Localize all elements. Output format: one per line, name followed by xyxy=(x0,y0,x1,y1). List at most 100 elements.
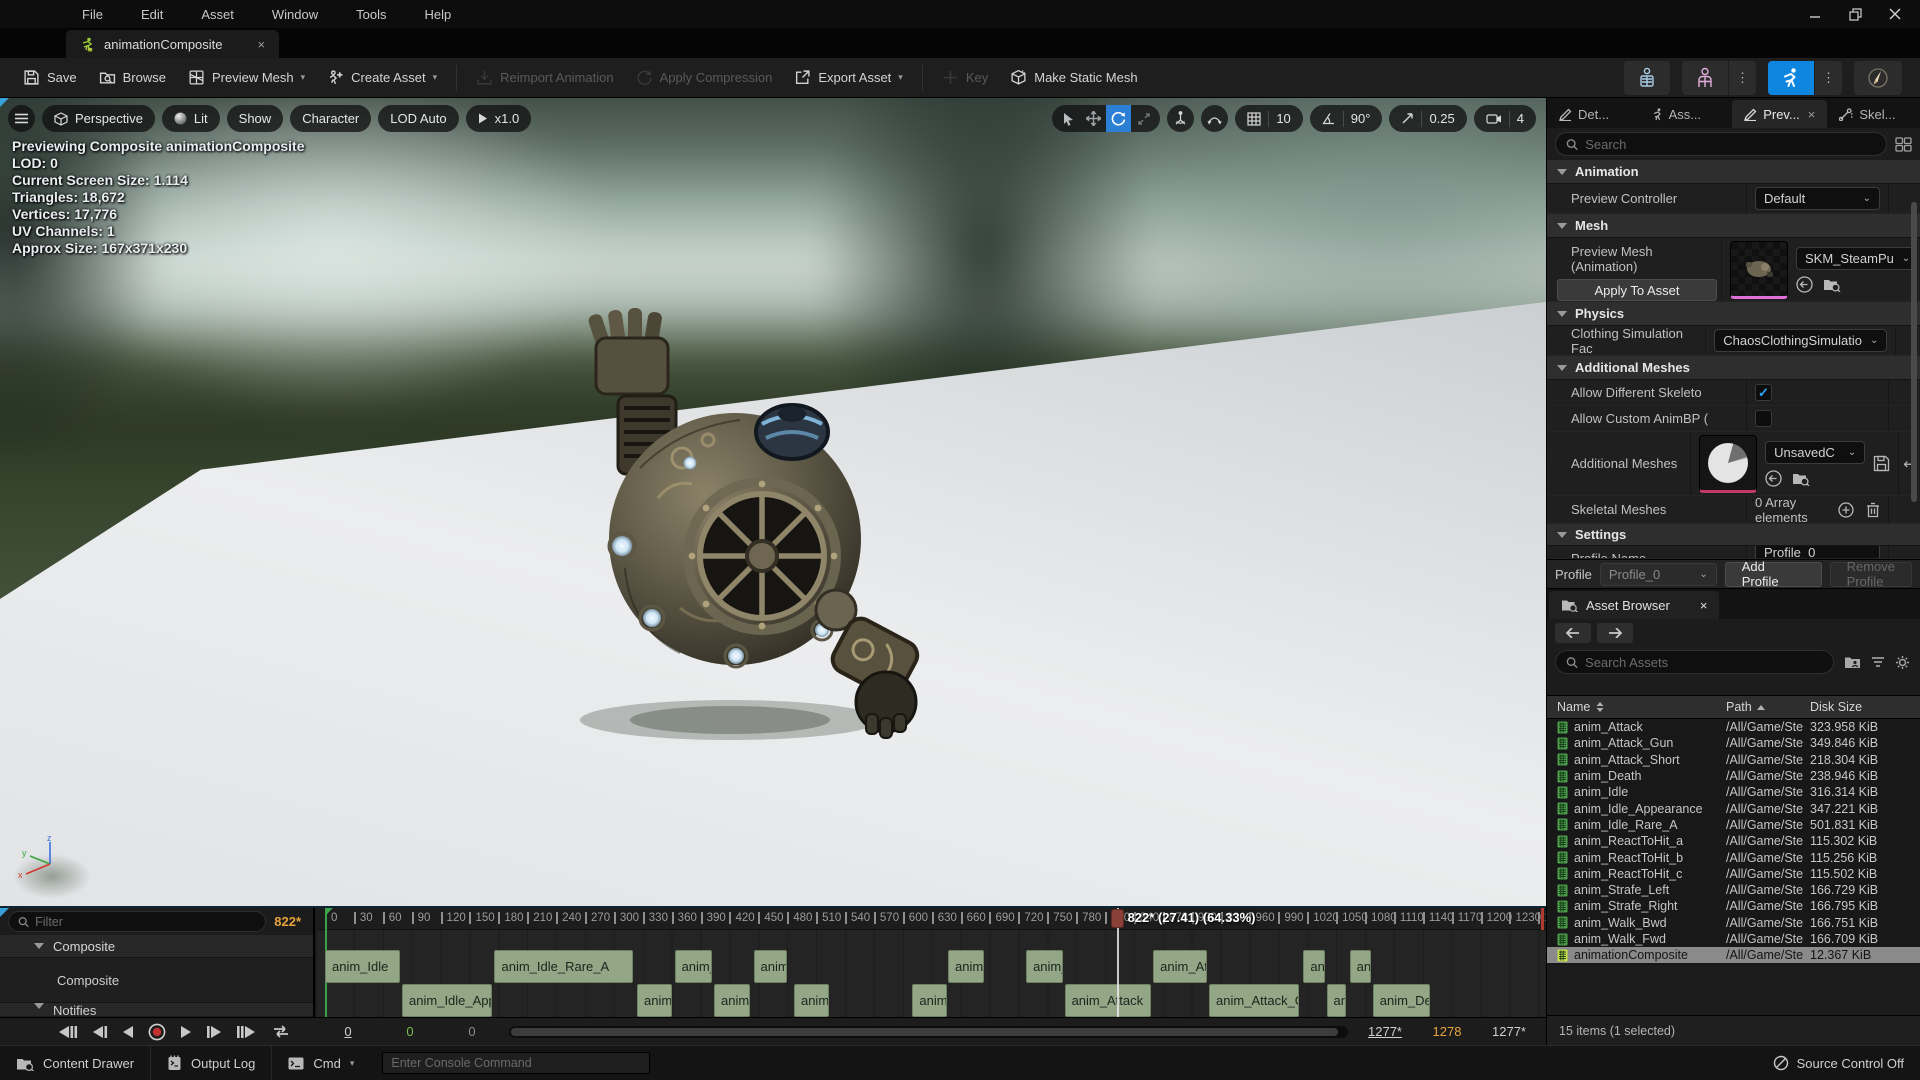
playhead[interactable]: 822* (27.41) (64.33%) xyxy=(1117,908,1119,1017)
timeline-segment[interactable]: anim_W xyxy=(714,984,750,1017)
create-asset-button[interactable]: Create Asset▾ xyxy=(316,63,448,93)
clothing-simulation-dropdown[interactable]: ChaosClothingSimulatio⌄ xyxy=(1714,329,1887,352)
source-control-status[interactable]: Source Control Off xyxy=(1773,1055,1920,1071)
camera-speed-control[interactable]: 4 xyxy=(1474,105,1536,132)
asset-row[interactable]: anim_Attack_Gun /All/Game/Ste 349.846 Ki… xyxy=(1547,735,1920,751)
add-profile-button[interactable]: Add Profile xyxy=(1725,562,1822,587)
browse-button[interactable]: Browse xyxy=(88,63,177,93)
menu-item[interactable]: Help xyxy=(412,4,463,25)
frame-counter[interactable]: 1278 xyxy=(1416,1024,1478,1039)
asset-row[interactable]: anim_Strafe_Left /All/Game/Ste 166.729 K… xyxy=(1547,882,1920,898)
content-drawer-button[interactable]: Content Drawer xyxy=(0,1046,150,1080)
asset-row[interactable]: anim_Strafe_Right /All/Game/Ste 166.795 … xyxy=(1547,898,1920,914)
track-composite[interactable]: Composite xyxy=(0,958,313,1003)
asset-row[interactable]: anim_Attack_Short /All/Game/Ste 218.304 … xyxy=(1547,752,1920,768)
asset-row[interactable]: animationComposite /All/Game/Ste 12.367 … xyxy=(1547,947,1920,963)
show-button[interactable]: Show xyxy=(227,105,284,132)
minimize-icon[interactable] xyxy=(1808,7,1822,21)
asset-row[interactable]: anim_Idle_Appearance /All/Game/Ste 347.2… xyxy=(1547,800,1920,816)
additional-meshes-asset-dropdown[interactable]: UnsavedC⌄ xyxy=(1765,441,1865,464)
surface-snapping-icon[interactable] xyxy=(1201,105,1228,132)
timeline-segment[interactable]: anim_Idle_Appearar xyxy=(402,984,492,1017)
step-back-button[interactable] xyxy=(91,1025,108,1039)
preview-mesh-button[interactable]: Preview Mesh▾ xyxy=(177,63,316,93)
lit-button[interactable]: Lit xyxy=(162,105,220,132)
asset-row[interactable]: anim_Walk_Fwd /All/Game/Ste 166.709 KiB xyxy=(1547,931,1920,947)
tab-asset-browser[interactable]: Asset Browser × xyxy=(1549,591,1719,619)
frame-counter[interactable]: 0 xyxy=(317,1024,379,1039)
perspective-button[interactable]: Perspective xyxy=(42,105,155,132)
frame-counter[interactable]: 1277* xyxy=(1354,1024,1416,1039)
frame-counter[interactable]: 1277* xyxy=(1478,1024,1540,1039)
tab-details[interactable]: Det... xyxy=(1547,100,1640,128)
display-options-icon[interactable] xyxy=(1895,137,1912,152)
browse-to-asset-icon[interactable] xyxy=(1823,277,1841,292)
column-path[interactable]: Path xyxy=(1726,700,1808,714)
add-element-icon[interactable] xyxy=(1838,502,1854,518)
profile-name-dropdown[interactable]: Profile_0 xyxy=(1755,546,1880,559)
scale-snap-control[interactable]: 0.25 xyxy=(1389,105,1466,132)
tab-preview-settings[interactable]: Prev... × xyxy=(1732,100,1827,128)
timeline-segment[interactable]: anim_Attack xyxy=(1065,984,1152,1017)
play-reverse-button[interactable] xyxy=(121,1025,135,1039)
asset-row[interactable]: anim_Walk_Bwd /All/Game/Ste 166.751 KiB xyxy=(1547,915,1920,931)
menu-item[interactable]: Asset xyxy=(189,4,246,25)
animation-mode-button[interactable]: ⋮ xyxy=(1768,61,1842,95)
timeline-segment[interactable]: anim xyxy=(1327,984,1346,1017)
asset-row[interactable]: anim_ReactToHit_c /All/Game/Ste 115.502 … xyxy=(1547,866,1920,882)
viewport-menu-button[interactable] xyxy=(8,105,35,132)
timeline-horizontal-scrollbar[interactable] xyxy=(509,1026,1348,1038)
menu-item[interactable]: Tools xyxy=(344,4,398,25)
key-button[interactable]: Key xyxy=(931,63,999,93)
tab-close-icon[interactable]: × xyxy=(1808,107,1816,122)
close-icon[interactable] xyxy=(1888,7,1902,21)
column-name[interactable]: Name xyxy=(1547,700,1726,714)
asset-row[interactable]: anim_ReactToHit_a /All/Game/Ste 115.302 … xyxy=(1547,833,1920,849)
step-forward-button[interactable] xyxy=(206,1025,223,1039)
browse-to-asset-icon[interactable] xyxy=(1792,471,1810,486)
asset-row[interactable]: anim_Death /All/Game/Ste 238.946 KiB xyxy=(1547,768,1920,784)
allow-different-skeletons-checkbox[interactable]: ✓ xyxy=(1755,384,1772,401)
apply-compression-button[interactable]: Apply Compression xyxy=(625,63,784,93)
lod-auto-button[interactable]: LOD Auto xyxy=(378,105,458,132)
play-button[interactable] xyxy=(179,1025,193,1039)
timeline-segment[interactable]: anim_St xyxy=(794,984,829,1017)
remove-profile-button[interactable]: Remove Profile xyxy=(1830,562,1912,587)
mesh-mode-button[interactable]: ⋮ xyxy=(1682,61,1756,95)
preview-mesh-asset-dropdown[interactable]: SKM_SteamPu⌄ xyxy=(1796,247,1916,270)
animation-mode-kebab-icon[interactable]: ⋮ xyxy=(1814,61,1842,95)
allow-custom-animbp-checkbox[interactable]: ✓ xyxy=(1755,410,1772,427)
timeline-segment[interactable]: anim_W xyxy=(637,984,672,1017)
trash-icon[interactable] xyxy=(1866,502,1880,518)
timeline-filter-input[interactable] xyxy=(35,915,256,929)
physics-mode-button[interactable] xyxy=(1854,61,1902,95)
asset-row[interactable]: anim_Attack /All/Game/Ste 323.958 KiB xyxy=(1547,719,1920,735)
scale-tool-icon[interactable] xyxy=(1131,105,1156,132)
scrollbar-thumb[interactable] xyxy=(511,1028,1338,1036)
details-scrollbar[interactable] xyxy=(1911,202,1917,502)
column-disk-size[interactable]: Disk Size xyxy=(1808,700,1920,714)
save-button[interactable]: Save xyxy=(12,63,88,93)
save-asset-icon[interactable] xyxy=(1873,455,1890,472)
tab-close-icon[interactable]: × xyxy=(258,37,266,52)
record-button[interactable] xyxy=(148,1023,166,1041)
timeline-segment[interactable]: anim_St xyxy=(912,984,947,1017)
use-selected-asset-icon[interactable] xyxy=(1765,470,1782,487)
menu-item[interactable]: Edit xyxy=(129,4,175,25)
menu-item[interactable]: Window xyxy=(260,4,330,25)
timeline-filter-box[interactable] xyxy=(8,911,266,932)
use-selected-asset-icon[interactable] xyxy=(1796,276,1813,293)
additional-meshes-thumbnail[interactable] xyxy=(1699,435,1757,493)
asset-row[interactable]: anim_Idle_Rare_A /All/Game/Ste 501.831 K… xyxy=(1547,817,1920,833)
make-static-mesh-button[interactable]: Make Static Mesh xyxy=(999,63,1148,93)
reimport-animation-button[interactable]: Reimport Animation xyxy=(465,63,624,93)
tab-skeleton-tree[interactable]: Skel... xyxy=(1827,100,1920,128)
section-physics[interactable]: Physics xyxy=(1547,302,1920,326)
viewport-3d[interactable]: Perspective Lit Show Character LOD Auto … xyxy=(0,98,1546,906)
timeline-tracks[interactable]: 0306090120150180210240270300330360390420… xyxy=(317,908,1546,1017)
asset-search-input[interactable] xyxy=(1585,655,1823,670)
tab-animation-composite[interactable]: animationComposite × xyxy=(66,30,279,58)
grid-snap-control[interactable]: 10 xyxy=(1235,105,1302,132)
preview-controller-dropdown[interactable]: Default⌄ xyxy=(1755,187,1880,210)
asset-row[interactable]: anim_Idle /All/Game/Ste 316.314 KiB xyxy=(1547,784,1920,800)
